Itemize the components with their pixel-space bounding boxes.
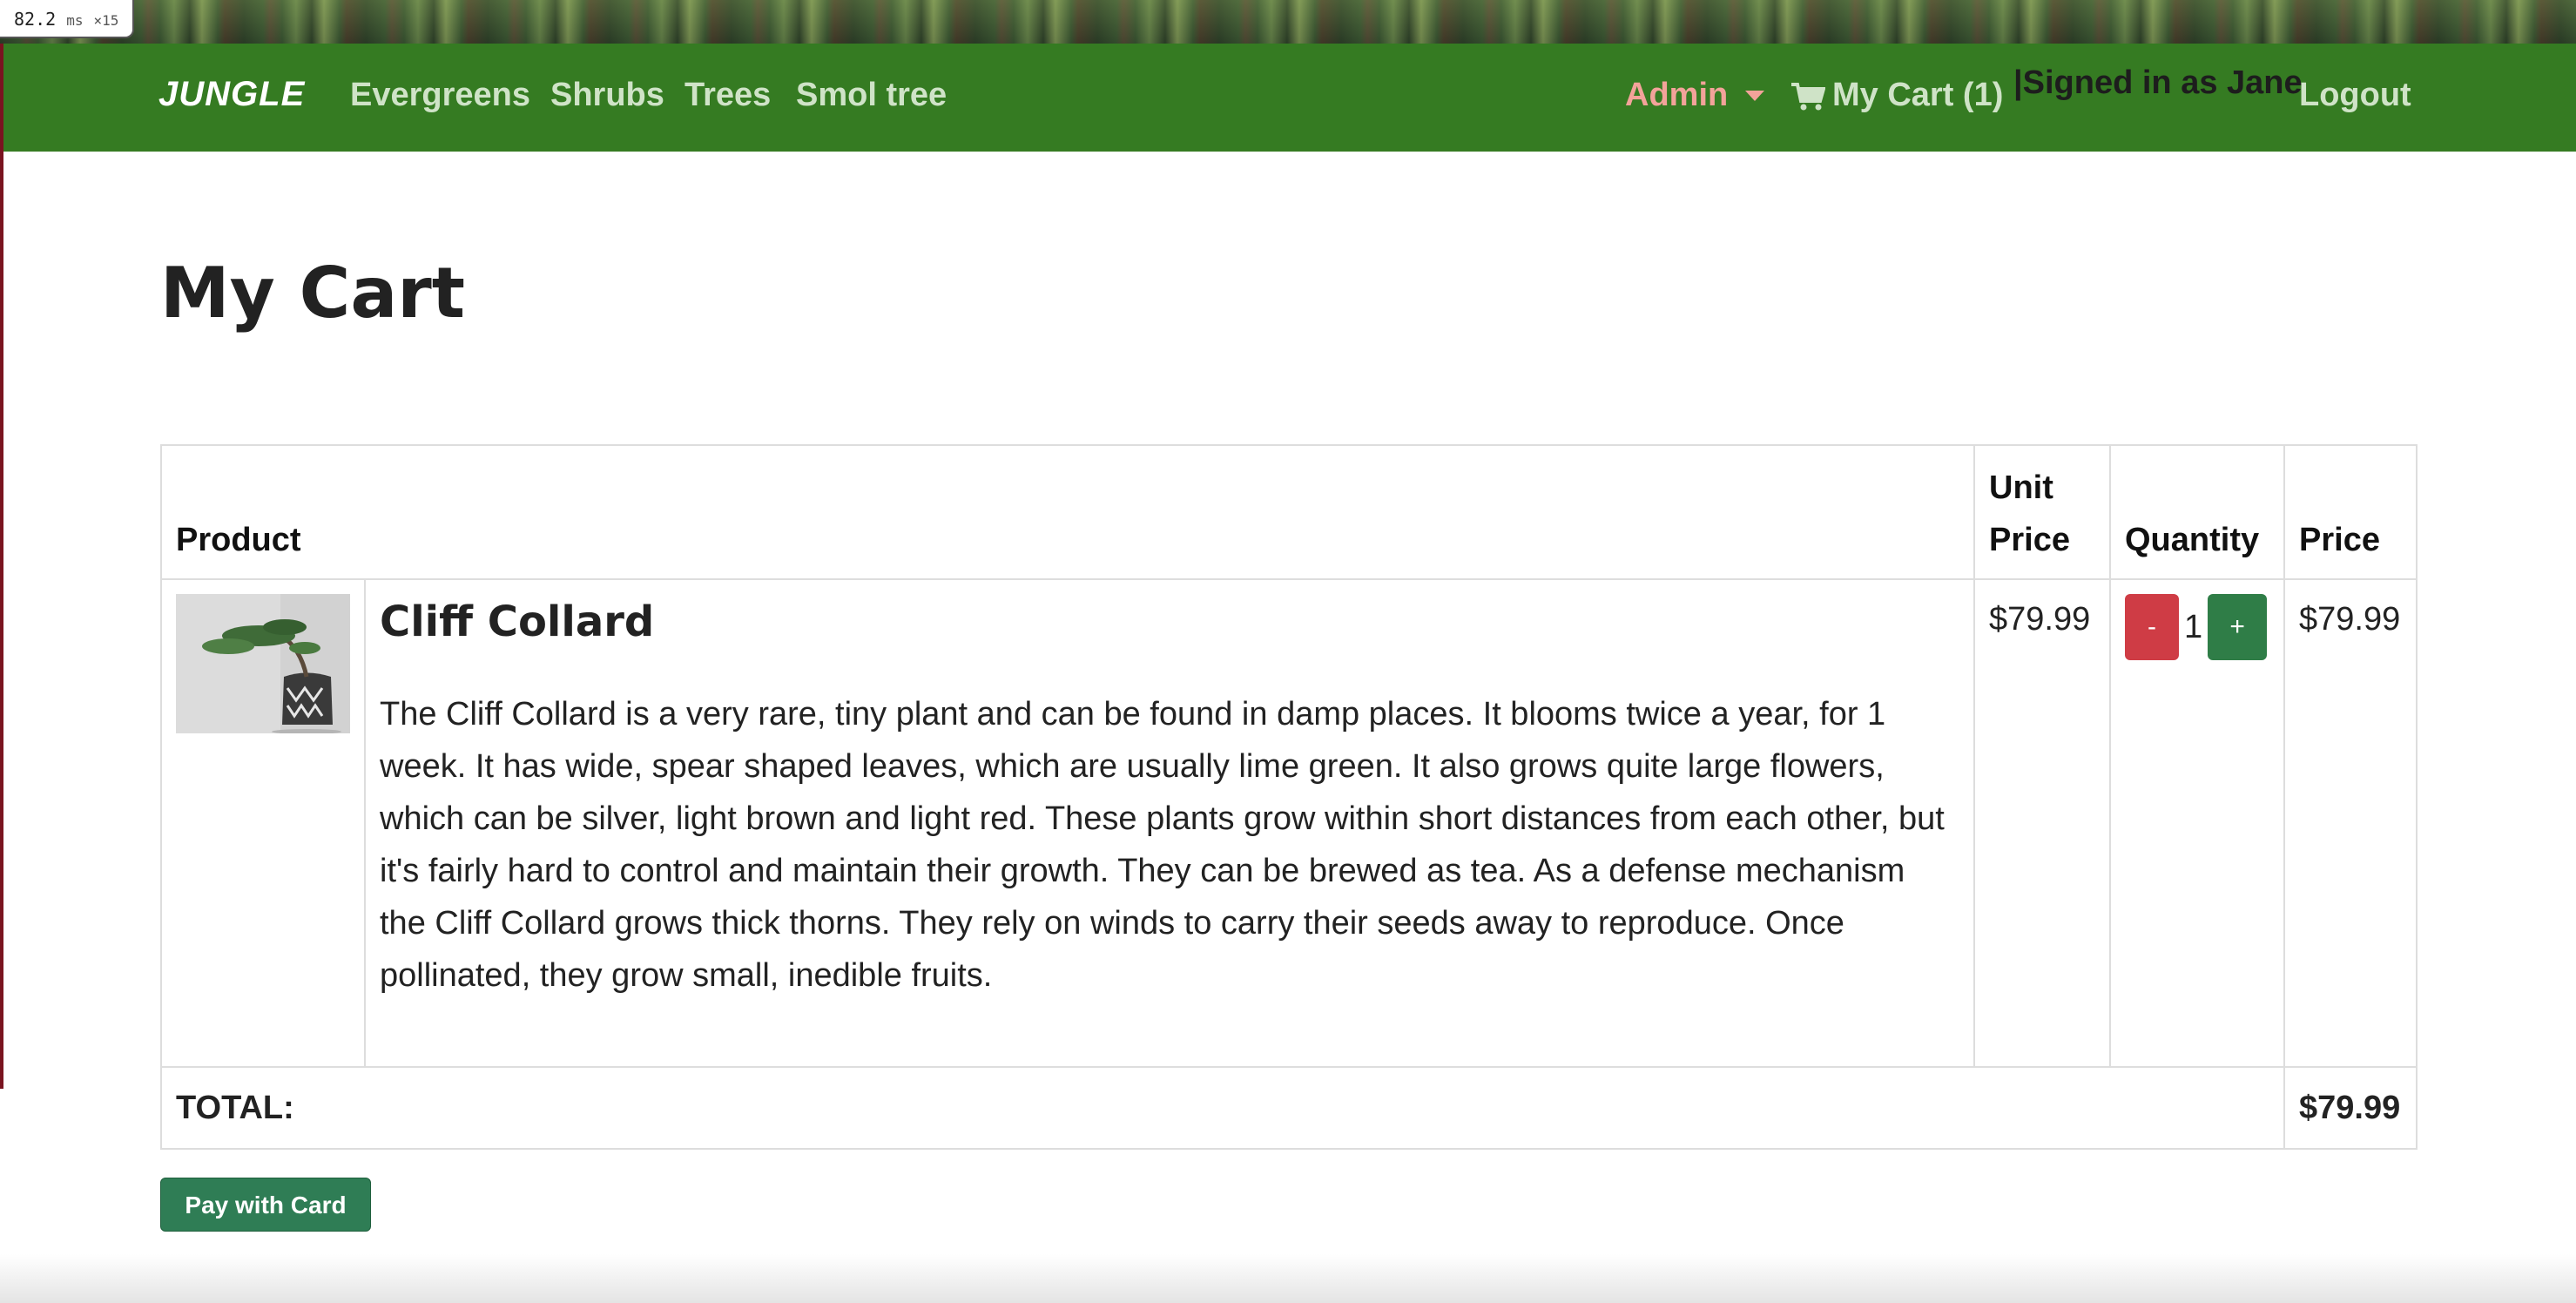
admin-dropdown[interactable]: Admin (1625, 77, 1728, 114)
header-quantity: Quantity (2109, 444, 2285, 580)
perf-overlay: 82.2 ms ×15 (0, 0, 135, 38)
perf-multiplier: ×15 (93, 12, 119, 29)
header-price: Price (2283, 444, 2418, 580)
header-unit-price: Unit Price (1973, 444, 2111, 580)
bottom-shadow (0, 1254, 2576, 1303)
product-image-cell (160, 578, 366, 1068)
cart-table: Product Unit Price Quantity Price Cliff (160, 444, 2418, 1150)
header-product: Product (160, 444, 1975, 580)
brand-logo[interactable]: JUNGLE (158, 75, 305, 114)
logout-link[interactable]: Logout (2299, 77, 2411, 114)
quantity-value: 1 (2184, 608, 2203, 645)
quantity-cell: -1 + (2109, 578, 2285, 1068)
decrease-quantity-button[interactable]: - (2125, 594, 2179, 660)
nav-link-trees[interactable]: Trees (684, 77, 771, 114)
caret-down-icon[interactable] (1745, 91, 1764, 101)
nav-link-evergreens[interactable]: Evergreens (350, 77, 530, 114)
total-row: TOTAL: $79.99 (160, 1066, 2418, 1150)
cart-icon[interactable] (1790, 82, 1825, 111)
table-header-row: Product Unit Price Quantity Price (160, 444, 2418, 580)
product-description: The Cliff Collard is a very rare, tiny p… (380, 696, 1945, 994)
nav-link-smol-tree[interactable]: Smol tree (796, 77, 947, 114)
header-unit-price-line1: Unit (1989, 469, 2053, 506)
product-description-cell: Cliff Collard The Cliff Collard is a ver… (364, 578, 1975, 1068)
perf-ms: 82.2 (14, 9, 57, 30)
perf-unit: ms (66, 12, 84, 29)
product-image[interactable] (176, 594, 350, 734)
pay-with-card-button[interactable]: Pay with Card (160, 1178, 371, 1232)
unit-price-cell: $79.99 (1973, 578, 2111, 1068)
signed-in-label: |Signed in as Jane (2013, 64, 2303, 101)
increase-quantity-button[interactable]: + (2208, 594, 2268, 660)
total-label: TOTAL: (160, 1066, 2285, 1150)
nav-link-shrubs[interactable]: Shrubs (550, 77, 664, 114)
page-title: My Cart (160, 253, 465, 334)
header-unit-price-line2: Price (1989, 522, 2070, 558)
navbar: JUNGLE Evergreens Shrubs Trees Smol tree… (3, 44, 2576, 152)
product-name[interactable]: Cliff Collard (380, 597, 1959, 646)
forest-banner (0, 0, 2576, 44)
total-value: $79.99 (2283, 1066, 2418, 1150)
table-row: Cliff Collard The Cliff Collard is a ver… (160, 578, 2418, 1068)
line-price-cell: $79.99 (2283, 578, 2418, 1068)
left-edge (0, 44, 3, 1089)
my-cart-link[interactable]: My Cart (1) (1832, 77, 2003, 114)
